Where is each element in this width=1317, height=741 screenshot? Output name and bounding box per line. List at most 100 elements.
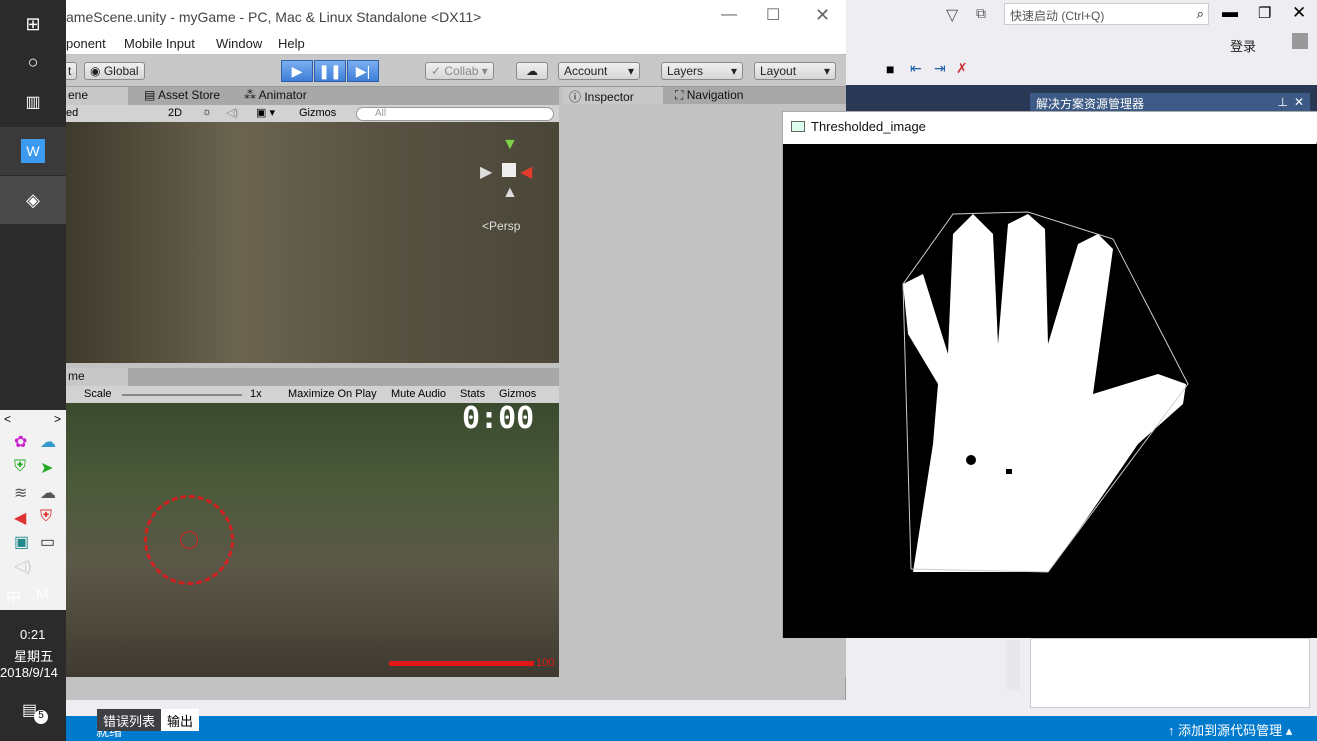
restore-button[interactable]: ❐	[1258, 4, 1271, 22]
tray-security-icon[interactable]: ⛨	[40, 508, 52, 526]
tray-onedrive-icon[interactable]: ☁	[40, 483, 56, 503]
cloud-icon: ☁	[526, 64, 538, 78]
effects-icon[interactable]: ▣ ▾	[256, 106, 275, 119]
scene-view[interactable]: ▼ ◀ ▶ ▲ <Persp	[66, 122, 559, 363]
tray-scroll-left[interactable]: <	[4, 412, 11, 426]
layers-dropdown[interactable]: Layers ▾	[661, 62, 743, 80]
clock-time[interactable]: 0:21	[20, 627, 45, 642]
cloud-button[interactable]: ☁	[516, 62, 548, 80]
menu-mobile-input[interactable]: Mobile Input	[124, 36, 195, 51]
tab-output[interactable]: 输出	[161, 709, 200, 731]
source-control-label: 添加到源代码管理	[1178, 723, 1283, 738]
thresholded-image	[783, 144, 1317, 638]
gizmo-left-axis[interactable]: ▶	[480, 162, 492, 182]
scale-slider[interactable]	[122, 394, 242, 396]
clear-bookmarks-icon[interactable]: ✗	[956, 60, 968, 77]
pause-button[interactable]: ❚❚	[314, 60, 346, 82]
gizmo-center[interactable]	[502, 163, 516, 177]
bookmark-icon[interactable]: ■	[886, 61, 894, 77]
tab-scene[interactable]: ene	[62, 87, 128, 105]
tray-battery-icon[interactable]: ▭	[40, 532, 55, 552]
menu-window[interactable]: Window	[216, 36, 262, 51]
solution-explorer-title[interactable]: 解决方案资源管理器 ⊥ ✕	[1030, 93, 1310, 113]
step-button[interactable]: ▶|	[347, 60, 379, 82]
minimize-button[interactable]: ▬	[1222, 4, 1238, 22]
blob-large	[966, 455, 976, 465]
scale-value: 1x	[250, 388, 262, 400]
game-gizmos-dropdown[interactable]: Gizmos	[499, 388, 536, 400]
maximize-on-play-toggle[interactable]: Maximize On Play	[288, 388, 377, 400]
tray-cloud-icon[interactable]: ☁	[40, 432, 56, 452]
tab-animator[interactable]: ⁂ Animator	[238, 87, 313, 105]
clock-date: 2018/9/14	[0, 665, 58, 680]
login-link[interactable]: 登录	[1230, 36, 1256, 55]
hand-shape	[903, 214, 1186, 572]
gizmo-y-axis[interactable]: ▼	[502, 136, 518, 154]
solution-explorer-panel	[1030, 638, 1310, 708]
tray-volume-mute-icon[interactable]: ◀	[14, 508, 26, 528]
ime-language[interactable]: 中	[6, 586, 21, 607]
2d-toggle[interactable]: 2D	[168, 107, 182, 119]
layout-dropdown[interactable]: Layout ▾	[754, 62, 836, 80]
tray-shield-icon[interactable]: ⛨	[14, 458, 26, 476]
scene-search-input[interactable]: All	[356, 107, 554, 121]
game-tabbar: me	[62, 368, 559, 386]
scene-gizmos-dropdown[interactable]: Gizmos	[299, 107, 336, 119]
feedback-icon[interactable]: ⧉	[976, 5, 986, 22]
menu-component[interactable]: ponent	[66, 36, 106, 51]
stats-toggle[interactable]: Stats	[460, 388, 485, 400]
tab-navigation[interactable]: ⛶ Navigation	[669, 87, 749, 105]
close-button[interactable]: ✕	[815, 5, 830, 26]
play-button[interactable]: ▶	[281, 60, 313, 82]
task-view-button[interactable]: ▥	[0, 78, 66, 126]
pin-icon[interactable]: ⊥	[1278, 95, 1288, 109]
scrollbar[interactable]	[1006, 640, 1020, 690]
vs-title-bar: ▽ ⧉ 快速启动 (Ctrl+Q) ⌕ ▬ ❐ ✕ 登录	[846, 0, 1317, 54]
menu-help[interactable]: Help	[278, 36, 305, 51]
global-toggle[interactable]: ◉ Global	[84, 62, 145, 80]
tray-scroll-right[interactable]: >	[54, 412, 61, 426]
minimize-button[interactable]: —	[721, 6, 737, 24]
scene-gizmo[interactable]: ▼ ◀ ▶ ▲	[476, 132, 548, 212]
audio-icon[interactable]: ◁)	[226, 106, 238, 119]
system-tray-overflow: < > ✿ ☁ ⛨ ➤ ≋ ☁ ◀ ⛨ ▣ ▭	[0, 410, 66, 610]
collab-button[interactable]: ✓ Collab ▾	[425, 62, 494, 80]
gizmo-down-axis[interactable]: ▲	[502, 184, 518, 202]
unity-editor-window: ameScene.unity - myGame - PC, Mac & Linu…	[62, 0, 846, 700]
account-dropdown[interactable]: Account ▾	[558, 62, 640, 80]
volume-icon[interactable]: ◁)	[14, 556, 32, 576]
filter-icon[interactable]: ▽	[946, 5, 958, 25]
tray-app-icon[interactable]: ✿	[14, 432, 27, 452]
lighting-icon[interactable]: ☼	[202, 106, 212, 118]
tray-cursor-icon[interactable]: ➤	[40, 458, 53, 478]
action-center-button[interactable]: ▤ 5	[22, 700, 48, 726]
taskbar-app-ws[interactable]: W	[0, 127, 66, 175]
quick-launch-input[interactable]: 快速启动 (Ctrl+Q) ⌕	[1004, 3, 1209, 25]
ime-mode[interactable]: M	[36, 586, 49, 603]
next-bookmark-icon[interactable]: ⇥	[934, 60, 946, 77]
check-icon: ✓	[431, 64, 445, 78]
tab-inspector[interactable]: ⓘ Inspector	[563, 87, 663, 105]
tray-display-icon[interactable]: ▣	[14, 532, 29, 552]
tray-wifi-icon[interactable]: ≋	[14, 483, 27, 503]
opencv-title-bar: Thresholded_image	[783, 112, 1317, 142]
game-view[interactable]: 0:00 100	[66, 401, 559, 677]
persp-label[interactable]: <Persp	[482, 219, 520, 233]
window-title: ameScene.unity - myGame - PC, Mac & Linu…	[66, 9, 482, 25]
opencv-window: Thresholded_image	[782, 111, 1317, 638]
tab-error-list[interactable]: 错误列表	[97, 709, 162, 731]
mute-audio-toggle[interactable]: Mute Audio	[391, 388, 446, 400]
tab-asset-store[interactable]: ▤ Asset Store	[138, 87, 226, 105]
arrow-up-icon: ↑	[1168, 723, 1179, 738]
gizmo-x-axis[interactable]: ◀	[520, 162, 532, 182]
source-control-button[interactable]: ↑ 添加到源代码管理 ▴	[1168, 720, 1292, 739]
close-button[interactable]: ✕	[1292, 3, 1306, 23]
taskbar-app-unity[interactable]: ◈	[0, 176, 66, 224]
maximize-button[interactable]: ☐	[766, 5, 780, 25]
close-panel-icon[interactable]: ✕	[1294, 95, 1304, 109]
prev-bookmark-icon[interactable]: ⇤	[910, 60, 922, 77]
account-icon[interactable]	[1292, 33, 1308, 49]
persp-text: Persp	[489, 219, 521, 233]
shading-mode-dropdown[interactable]: ed	[66, 107, 78, 119]
tab-game[interactable]: me	[62, 368, 128, 386]
